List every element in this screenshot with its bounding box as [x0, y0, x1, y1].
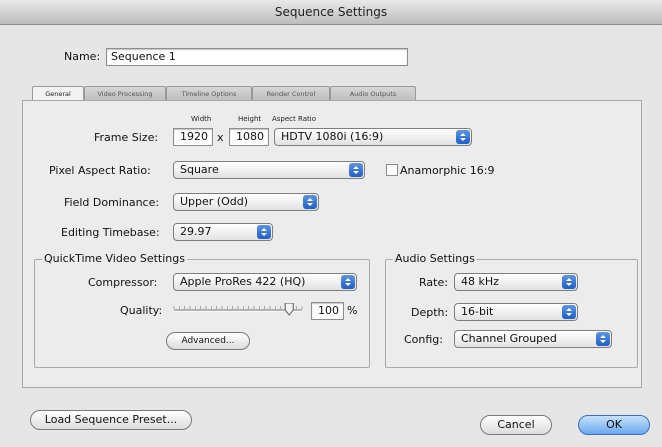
- quality-slider-track: [173, 302, 303, 316]
- quicktime-group-title: QuickTime Video Settings: [42, 252, 187, 265]
- audio-depth-popup[interactable]: 16-bit: [454, 303, 578, 321]
- cancel-button[interactable]: Cancel: [480, 415, 552, 435]
- popup-arrows-icon: [456, 130, 470, 144]
- audio-depth-value: 16-bit: [461, 305, 494, 318]
- popup-arrows-icon: [303, 195, 317, 209]
- frame-width-field[interactable]: 1920: [173, 128, 213, 146]
- anamorphic-checkbox[interactable]: [386, 164, 398, 176]
- tab-audio-outputs[interactable]: Audio Outputs: [330, 86, 416, 100]
- compressor-value: Apple ProRes 422 (HQ): [180, 275, 306, 288]
- audio-rate-value: 48 kHz: [461, 275, 499, 288]
- aspect-ratio-caption: Aspect Ratio: [272, 115, 316, 123]
- field-dominance-label: Field Dominance:: [64, 196, 160, 209]
- compressor-label: Compressor:: [88, 276, 158, 289]
- window-title: Sequence Settings: [0, 0, 662, 25]
- editing-timebase-value: 29.97: [180, 225, 212, 238]
- name-label: Name:: [64, 50, 101, 63]
- popup-arrows-icon: [562, 275, 576, 289]
- pixel-aspect-value: Square: [180, 163, 219, 176]
- frame-height-field[interactable]: 1080: [229, 128, 269, 146]
- width-caption: Width: [191, 115, 212, 123]
- tab-timeline-options[interactable]: Timeline Options: [166, 86, 252, 100]
- tab-video-processing[interactable]: Video Processing: [84, 86, 166, 100]
- config-label: Config:: [404, 333, 443, 346]
- field-dominance-popup[interactable]: Upper (Odd): [173, 193, 319, 211]
- pixel-aspect-label: Pixel Aspect Ratio:: [49, 164, 151, 177]
- times-sign: x: [217, 131, 224, 144]
- popup-arrows-icon: [349, 163, 363, 177]
- aspect-ratio-popup[interactable]: HDTV 1080i (16:9): [274, 128, 472, 146]
- editing-timebase-popup[interactable]: 29.97: [173, 223, 273, 241]
- popup-arrows-icon: [596, 332, 610, 346]
- quality-label: Quality:: [120, 304, 163, 317]
- field-dominance-value: Upper (Odd): [180, 195, 249, 208]
- popup-arrows-icon: [257, 225, 271, 239]
- sequence-settings-dialog: Sequence Settings Name: Sequence 1 Gener…: [0, 0, 662, 447]
- editing-timebase-label: Editing Timebase:: [61, 226, 160, 239]
- quality-value-field[interactable]: 100: [311, 302, 344, 320]
- height-caption: Height: [238, 115, 262, 123]
- quality-unit: %: [347, 304, 358, 317]
- advanced-button[interactable]: Advanced...: [166, 332, 250, 350]
- audio-group-title: Audio Settings: [393, 252, 477, 265]
- load-sequence-preset-button[interactable]: Load Sequence Preset...: [30, 410, 192, 430]
- tab-general[interactable]: General: [32, 86, 84, 101]
- popup-arrows-icon: [341, 275, 355, 289]
- depth-label: Depth:: [411, 306, 449, 319]
- pixel-aspect-popup[interactable]: Square: [173, 161, 365, 179]
- aspect-ratio-value: HDTV 1080i (16:9): [281, 130, 384, 143]
- audio-config-popup[interactable]: Channel Grouped: [454, 330, 612, 348]
- frame-size-label: Frame Size:: [94, 131, 159, 144]
- tab-render-control[interactable]: Render Control: [252, 86, 330, 100]
- ok-button[interactable]: OK: [578, 415, 650, 435]
- anamorphic-label: Anamorphic 16:9: [400, 164, 495, 177]
- audio-config-value: Channel Grouped: [461, 332, 557, 345]
- rate-label: Rate:: [419, 276, 448, 289]
- audio-rate-popup[interactable]: 48 kHz: [454, 273, 578, 291]
- compressor-popup[interactable]: Apple ProRes 422 (HQ): [173, 273, 357, 291]
- sequence-name-field[interactable]: Sequence 1: [106, 48, 408, 66]
- popup-arrows-icon: [562, 305, 576, 319]
- quality-slider[interactable]: [170, 302, 308, 317]
